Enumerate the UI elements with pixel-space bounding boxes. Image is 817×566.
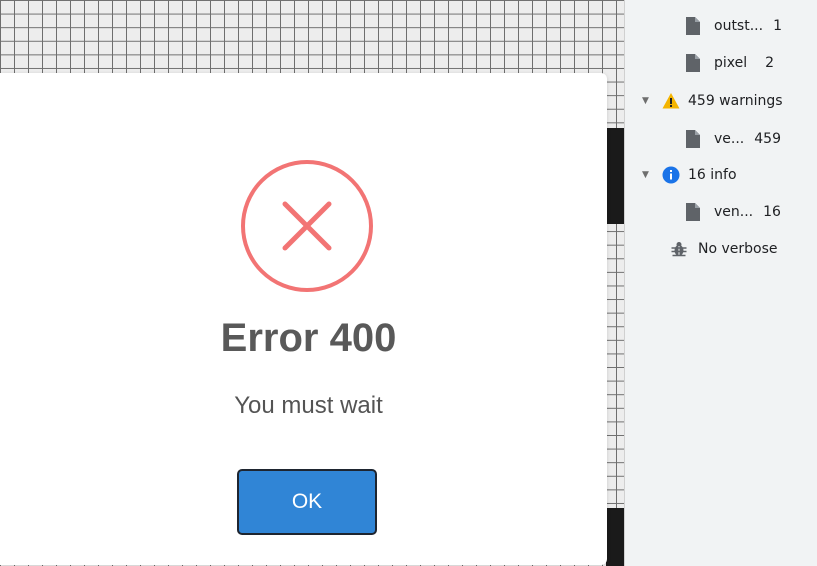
expand-arrow-icon[interactable]: ▼ [642,96,652,106]
bug-icon [671,242,687,257]
sidebar-item-label: ve... [714,131,745,147]
file-icon [686,203,700,221]
sidebar-item-warnings[interactable]: ▼ 459 warnings [642,89,783,113]
dialog-title: Error 400 [220,316,397,360]
dark-strip-top [606,128,624,224]
sidebar-item-verbose[interactable]: No verbose [670,237,778,261]
file-icon [686,130,700,148]
info-icon [662,166,680,184]
dark-strip-bottom [606,508,624,566]
sidebar-item-outst[interactable]: outst... 1 [686,14,782,38]
sidebar-item-label: ven... [714,204,754,220]
error-x-icon [241,160,373,292]
sidebar-item-info[interactable]: ▼ 16 info [642,163,737,187]
sidebar-item-label: No verbose [698,241,778,257]
sidebar-item-count: 459 [754,131,781,147]
sidebar-item-label: 16 info [688,167,737,183]
console-sidebar: outst... 1 pixel 2 ▼ 459 warnings ve... … [624,0,817,566]
sidebar-item-pixel[interactable]: pixel 2 [686,51,774,75]
sidebar-item-label: pixel [714,55,748,71]
sidebar-item-ven[interactable]: ven... 16 [686,200,781,224]
expand-arrow-icon[interactable]: ▼ [642,170,652,180]
sidebar-item-label: 459 warnings [688,93,783,109]
sidebar-item-count: 1 [773,18,782,34]
file-icon [686,17,700,35]
sidebar-item-label: outst... [714,18,764,34]
sidebar-item-count: 2 [765,55,775,71]
warning-icon [662,93,680,109]
sidebar-item-count: 16 [763,204,781,220]
sidebar-item-ve[interactable]: ve... 459 [686,127,781,151]
ok-button[interactable]: OK [237,469,377,535]
file-icon [686,54,700,72]
dialog-message: You must wait [234,392,383,419]
